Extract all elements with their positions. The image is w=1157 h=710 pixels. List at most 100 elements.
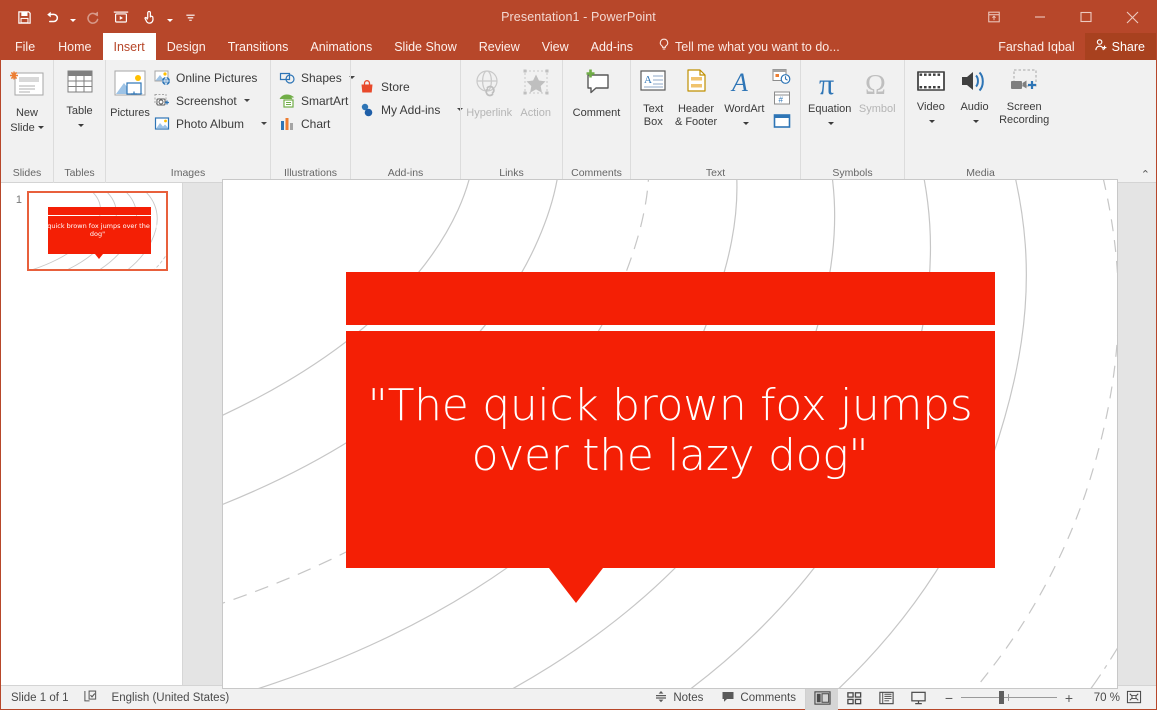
thumbnail-row: 1 xyxy=(1,191,182,271)
fit-to-window-button[interactable] xyxy=(1120,690,1148,705)
close-icon[interactable] xyxy=(1109,1,1156,33)
start-slideshow-icon[interactable] xyxy=(108,5,134,29)
share-button[interactable]: Share xyxy=(1085,33,1156,60)
undo-icon[interactable] xyxy=(39,5,65,29)
slide-number-icon[interactable]: # xyxy=(771,89,793,109)
new-slide-button[interactable]: NewSlide xyxy=(5,65,49,135)
slideshow-button[interactable] xyxy=(902,686,934,710)
table-caret-icon[interactable] xyxy=(78,118,84,131)
slide-editing-surface[interactable]: "The quick brown fox jumps over the lazy… xyxy=(223,180,1117,688)
pictures-icon xyxy=(110,68,150,104)
online-pictures-icon xyxy=(154,69,171,86)
new-slide-icon xyxy=(7,68,47,104)
text-box-button[interactable]: A TextBox xyxy=(635,65,671,129)
pictures-label: Pictures xyxy=(110,107,150,120)
online-pictures-button[interactable]: Online Pictures xyxy=(150,66,271,89)
ribbon-group-media: Video Audio ScreenRecording Media xyxy=(904,60,1056,183)
slide-counter[interactable]: Slide 1 of 1 xyxy=(11,692,69,704)
smartart-button[interactable]: SmartArt xyxy=(275,89,359,112)
zoom-level[interactable]: 70 % xyxy=(1082,692,1120,704)
touch-mode-dropdown-icon[interactable] xyxy=(164,5,175,29)
zoom-in-button[interactable]: + xyxy=(1064,690,1074,706)
tab-home[interactable]: Home xyxy=(47,33,102,60)
redo-icon[interactable] xyxy=(80,5,106,29)
table-button[interactable]: Table xyxy=(58,65,101,133)
share-person-icon xyxy=(1094,38,1108,55)
slide-quote-text: "The quick brown fox jumps over the lazy… xyxy=(346,381,995,481)
date-time-icon[interactable] xyxy=(771,67,793,87)
user-name[interactable]: Farshad Iqbal xyxy=(988,33,1084,60)
reading-view-button[interactable] xyxy=(870,686,902,710)
video-caret-icon[interactable] xyxy=(929,114,935,127)
minimize-icon[interactable] xyxy=(1017,1,1063,33)
notes-button[interactable]: Notes xyxy=(645,686,712,710)
ribbon-display-options-icon[interactable] xyxy=(971,1,1017,33)
audio-caret-icon[interactable] xyxy=(973,114,979,127)
smartart-icon xyxy=(279,92,296,109)
audio-button[interactable]: Audio xyxy=(953,65,997,129)
zoom-slider[interactable] xyxy=(961,686,1057,710)
new-slide-caret-icon[interactable] xyxy=(38,120,44,133)
object-icon[interactable] xyxy=(771,111,793,131)
customize-qat-icon[interactable] xyxy=(185,5,196,29)
tab-add-ins[interactable]: Add-ins xyxy=(580,33,644,60)
slide-thumbnail-pane[interactable]: 1 xyxy=(1,183,183,685)
wordart-button[interactable]: A WordArt xyxy=(721,65,768,131)
equation-caret-icon[interactable] xyxy=(828,116,834,129)
slide-quote-bubble[interactable]: "The quick brown fox jumps over the lazy… xyxy=(346,331,995,568)
screen-recording-line1: Screen xyxy=(1007,101,1042,113)
tab-slide-show[interactable]: Slide Show xyxy=(383,33,468,60)
text-box-line1: Text xyxy=(643,103,663,115)
screenshot-caret-icon[interactable] xyxy=(244,99,250,102)
collapse-ribbon-button[interactable]: ⌃ xyxy=(1141,168,1150,181)
slide-accent-bar[interactable] xyxy=(346,272,995,325)
powerpoint-window: Presentation1 - PowerPoint File Home Ins… xyxy=(0,0,1157,710)
zoom-slider-handle[interactable] xyxy=(999,691,1004,704)
pictures-button[interactable]: Pictures xyxy=(110,65,150,120)
slide-canvas-area[interactable]: "The quick brown fox jumps over the lazy… xyxy=(183,183,1156,685)
my-add-ins-button[interactable]: My Add-ins xyxy=(355,98,467,121)
equation-button[interactable]: π Equation xyxy=(805,65,854,131)
share-label: Share xyxy=(1112,40,1145,54)
tab-review[interactable]: Review xyxy=(468,33,531,60)
maximize-icon[interactable] xyxy=(1063,1,1109,33)
save-icon[interactable] xyxy=(11,5,37,29)
store-button[interactable]: Store xyxy=(355,75,467,98)
chart-label: Chart xyxy=(301,117,330,131)
header-footer-button[interactable]: Header& Footer xyxy=(671,65,720,129)
table-icon xyxy=(62,68,98,102)
tab-transitions[interactable]: Transitions xyxy=(217,33,300,60)
touch-mode-icon[interactable] xyxy=(136,5,162,29)
tab-design[interactable]: Design xyxy=(156,33,217,60)
action-button[interactable]: Action xyxy=(513,65,558,120)
shapes-button[interactable]: Shapes xyxy=(275,66,359,89)
thumbnail-bubble-tail xyxy=(95,254,103,259)
comment-button[interactable]: Comment xyxy=(567,65,626,120)
tab-file[interactable]: File xyxy=(1,33,47,60)
photo-album-button[interactable]: Photo Album xyxy=(150,112,271,135)
slide-thumbnail-1[interactable]: "The quick brown fox jumps over the lazy… xyxy=(27,191,168,271)
photo-album-caret-icon[interactable] xyxy=(261,122,267,125)
normal-view-button[interactable] xyxy=(806,686,838,710)
hyperlink-button[interactable]: Hyperlink xyxy=(465,65,513,120)
online-pictures-label: Online Pictures xyxy=(176,71,257,85)
tab-insert[interactable]: Insert xyxy=(103,33,156,60)
wordart-caret-icon[interactable] xyxy=(743,116,749,129)
language-indicator[interactable]: English (United States) xyxy=(112,692,230,704)
undo-dropdown-icon[interactable] xyxy=(67,5,78,29)
screenshot-button[interactable]: Screenshot xyxy=(150,89,271,112)
slide-sorter-button[interactable] xyxy=(838,686,870,710)
tab-view[interactable]: View xyxy=(531,33,580,60)
window-controls xyxy=(971,1,1156,33)
comments-button[interactable]: Comments xyxy=(712,686,805,710)
screen-recording-button[interactable]: ScreenRecording xyxy=(996,65,1052,127)
group-label-tables: Tables xyxy=(54,164,105,183)
chart-button[interactable]: Chart xyxy=(275,112,359,135)
tell-me-search[interactable]: Tell me what you want to do... xyxy=(658,33,840,60)
spell-check-icon[interactable] xyxy=(83,689,98,706)
symbol-button[interactable]: Ω Symbol xyxy=(854,65,900,116)
video-button[interactable]: Video xyxy=(909,65,953,129)
add-ins-buttons: Store My Add-ins xyxy=(355,74,467,121)
tab-animations[interactable]: Animations xyxy=(299,33,383,60)
zoom-out-button[interactable]: − xyxy=(944,690,954,706)
